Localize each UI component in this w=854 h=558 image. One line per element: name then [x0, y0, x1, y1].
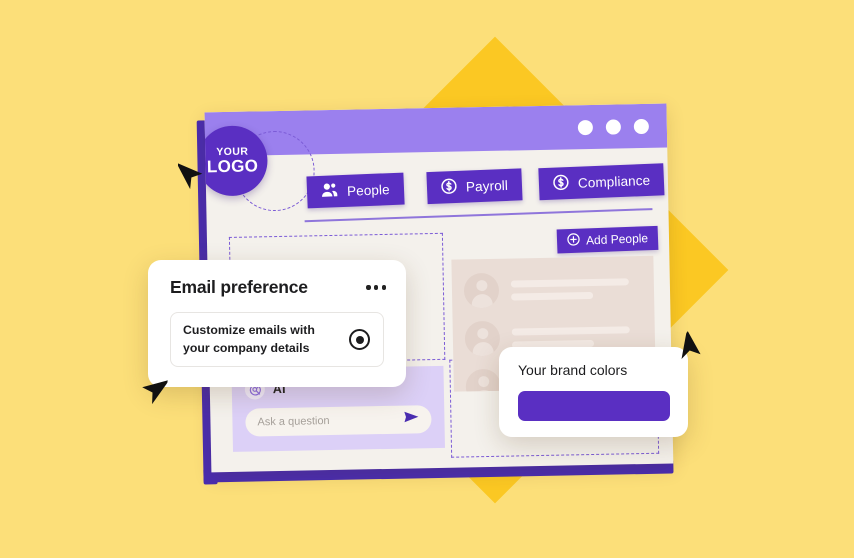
brand-colors-card: Your brand colors: [499, 347, 688, 437]
window-dot-2[interactable]: [605, 118, 621, 135]
dollar-circle-icon: [553, 174, 570, 194]
email-card-title: Email preference: [170, 277, 308, 297]
email-preference-option[interactable]: Customize emails with your company detai…: [170, 312, 384, 367]
tab-people-label: People: [346, 181, 390, 199]
illustration-stage: YOUR LOGO People Payroll Compliance Add …: [0, 0, 854, 558]
tab-compliance-label: Compliance: [577, 172, 651, 191]
tab-compliance[interactable]: Compliance: [538, 163, 665, 201]
avatar: [463, 272, 500, 309]
window-dot-3[interactable]: [633, 118, 649, 134]
plus-circle-icon: [567, 233, 581, 249]
avatar: [464, 320, 501, 357]
people-icon: [321, 182, 339, 201]
email-preference-card: Email preference Customize emails with y…: [148, 260, 406, 387]
tab-payroll-label: Payroll: [465, 177, 509, 195]
window-dot-1[interactable]: [577, 119, 594, 135]
more-options-icon[interactable]: [366, 285, 386, 290]
tab-payroll[interactable]: Payroll: [426, 168, 523, 205]
placeholder-line: [510, 277, 629, 288]
cursor-pointer-logo: [176, 158, 204, 195]
avatar: [465, 368, 502, 392]
nav-tabs: People Payroll Compliance: [206, 163, 669, 215]
dollar-circle-icon: [441, 177, 458, 197]
ai-question-input[interactable]: Ask a question: [245, 405, 432, 437]
list-item[interactable]: [463, 270, 630, 309]
tab-people[interactable]: People: [306, 172, 405, 209]
email-card-header: Email preference: [170, 277, 386, 298]
add-people-label: Add People: [585, 231, 649, 248]
ai-input-placeholder: Ask a question: [257, 415, 330, 429]
brand-colors-title: Your brand colors: [518, 362, 628, 378]
cursor-pointer-email-card: [138, 371, 170, 411]
list-item-lines: [511, 325, 630, 349]
email-option-label: Customize emails with your company detai…: [183, 323, 315, 355]
brand-color-swatch[interactable]: [518, 391, 670, 421]
send-arrow-icon[interactable]: [403, 410, 419, 428]
list-item-lines: [510, 277, 629, 301]
placeholder-line: [511, 291, 594, 301]
placeholder-line: [511, 325, 630, 336]
radio-selected-icon[interactable]: [349, 329, 370, 350]
add-people-button[interactable]: Add People: [556, 225, 659, 254]
